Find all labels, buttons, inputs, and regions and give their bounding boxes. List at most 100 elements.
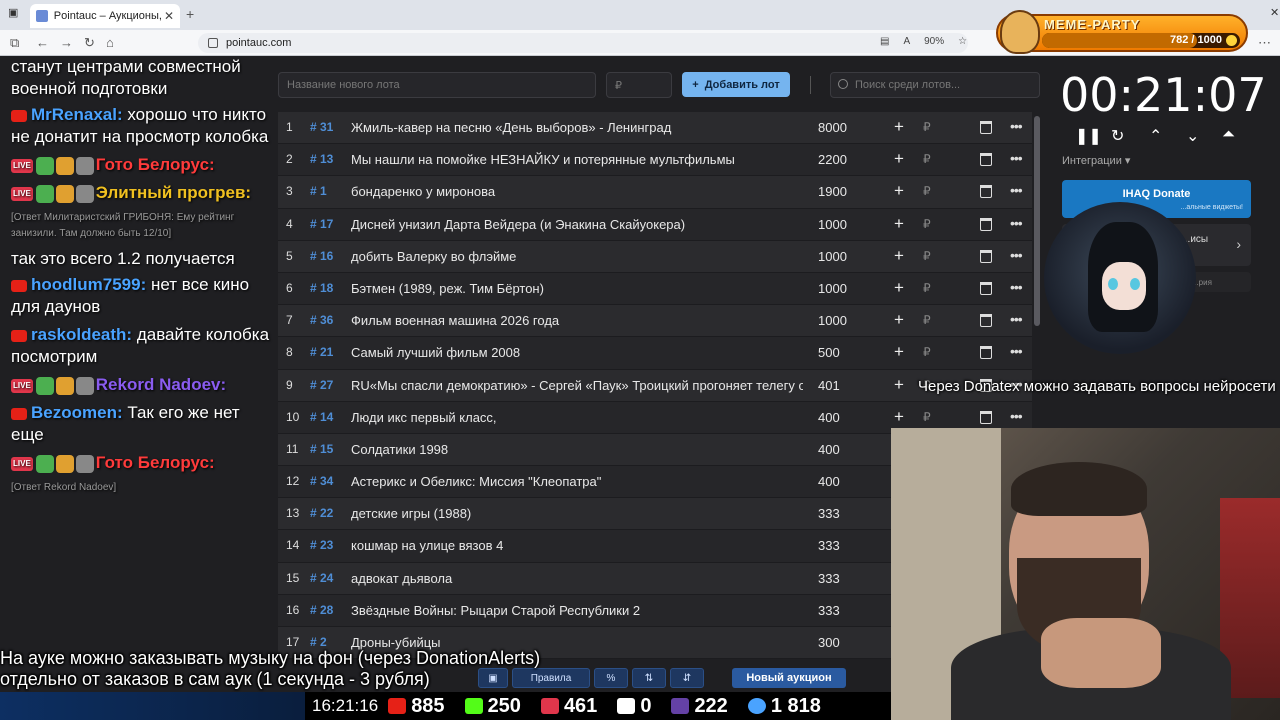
add-lot-button[interactable]: + Добавить лот — [682, 72, 790, 97]
pause-icon[interactable]: ❚❚ — [1075, 126, 1102, 146]
ruble-icon[interactable]: ₽ — [923, 120, 931, 134]
lot-id[interactable]: # 17 — [310, 217, 333, 231]
chevron-down-icon[interactable]: ⌄ — [1186, 126, 1199, 146]
lot-row[interactable]: 6 # 18 Бэтмен (1989, реж. Тим Бёртон) 1000 +… — [278, 272, 1032, 306]
lot-name[interactable]: добить Валерку во флэйме — [351, 249, 803, 264]
more-options-icon[interactable]: ••• — [1010, 279, 1023, 295]
lot-row[interactable]: 4 # 17 Дисней унизил Дарта Вейдера (и Энак… — [278, 208, 1032, 241]
chevron-up-icon[interactable]: ⌃ — [1149, 126, 1162, 146]
lot-name[interactable]: бондаренко у миронова — [351, 184, 803, 199]
percent-button[interactable]: % — [594, 668, 628, 688]
trash-icon[interactable] — [980, 185, 992, 199]
lot-row[interactable]: 7 # 36 Фильм военная машина 2026 года 1000 +… — [278, 305, 1032, 338]
add-amount-icon[interactable]: + — [894, 181, 904, 201]
tab-actions-icon[interactable]: ▣ — [8, 6, 18, 19]
chat-nick[interactable]: Гото Белорус: — [96, 155, 215, 174]
home-icon[interactable]: ⌂ — [106, 35, 114, 50]
chat-nick[interactable]: Элитный прогрев: — [96, 183, 251, 202]
lot-id[interactable]: # 18 — [310, 281, 333, 295]
lot-row[interactable]: 2 # 13 Мы нашли на помойке НЕЗНАЙКУ и поте… — [278, 144, 1032, 177]
more-options-icon[interactable]: ••• — [1010, 311, 1023, 327]
chat-nick[interactable]: Гото Белорус: — [96, 453, 215, 472]
lot-name[interactable]: Дисней унизил Дарта Вейдера (и Энакина С… — [351, 217, 803, 232]
chevron-top-icon[interactable]: ⏶ — [1222, 126, 1235, 144]
chat-nick[interactable]: hoodlum7599: — [31, 275, 146, 294]
lot-name[interactable]: Бэтмен (1989, реж. Тим Бёртон) — [351, 281, 803, 296]
close-window-icon[interactable]: ✕ — [1270, 6, 1279, 19]
new-tab-icon[interactable]: + — [186, 6, 194, 22]
lot-name[interactable]: Мы нашли на помойке НЕЗНАЙКУ и потерянны… — [351, 152, 803, 167]
add-amount-icon[interactable]: + — [894, 310, 904, 330]
trash-icon[interactable] — [980, 346, 992, 360]
forward-icon[interactable]: → — [60, 35, 73, 50]
chat-nick[interactable]: Rekord Nadoev: — [96, 375, 226, 394]
lot-id[interactable]: # 28 — [310, 603, 333, 617]
zoom-level[interactable]: 90% — [924, 36, 944, 47]
more-options-icon[interactable]: ••• — [1010, 215, 1023, 231]
chat-nick[interactable]: MrRenaxal: — [31, 105, 123, 124]
chat-nick[interactable]: Bezoomen: — [31, 403, 123, 422]
add-amount-icon[interactable]: + — [894, 375, 904, 395]
trash-icon[interactable] — [980, 153, 992, 167]
add-amount-icon[interactable]: + — [894, 407, 904, 427]
lot-id[interactable]: # 15 — [310, 442, 333, 456]
reset-icon[interactable]: ↻ — [1111, 126, 1124, 146]
new-auction-button[interactable]: Новый аукцион — [732, 668, 846, 688]
browser-tab[interactable]: Pointauc – Аукционы, лотерея ✕ — [30, 4, 180, 28]
lot-name[interactable]: детские игры (1988) — [351, 506, 803, 521]
trash-icon[interactable] — [980, 314, 992, 328]
ruble-icon[interactable]: ₽ — [923, 217, 931, 231]
trash-icon[interactable] — [980, 217, 992, 231]
search-input[interactable]: Поиск среди лотов... — [830, 72, 1040, 98]
ruble-icon[interactable]: ₽ — [923, 184, 931, 198]
integrations-dropdown[interactable]: Интеграции ▾ — [1062, 154, 1130, 167]
split-icon[interactable]: ⇅ — [632, 668, 666, 688]
trash-icon[interactable] — [980, 281, 992, 295]
ruble-icon[interactable]: ₽ — [923, 345, 931, 359]
lot-name[interactable]: Астерикс и Обеликс: Миссия "Клеопатра" — [351, 474, 803, 489]
add-amount-icon[interactable]: + — [894, 246, 904, 266]
lot-id[interactable]: # 22 — [310, 506, 333, 520]
more-options-icon[interactable]: ••• — [1010, 118, 1023, 134]
tabs-icon[interactable]: ⧉ — [10, 35, 19, 51]
reader-icon[interactable]: ▤ — [880, 36, 889, 47]
lot-name[interactable]: Жмиль-кавер на песню «День выборов» - Ле… — [351, 120, 803, 135]
trash-icon[interactable] — [980, 121, 992, 134]
site-info-icon[interactable] — [208, 38, 218, 48]
lot-row[interactable]: 1 # 31 Жмиль-кавер на песню «День выборов»… — [278, 112, 1032, 145]
trash-icon[interactable] — [980, 249, 992, 263]
ruble-icon[interactable]: ₽ — [923, 410, 931, 424]
add-amount-icon[interactable]: + — [894, 342, 904, 362]
lot-name[interactable]: адвокат дьявола — [351, 571, 803, 586]
url-field[interactable]: pointauc.com — [198, 33, 968, 53]
lot-name[interactable]: Звёздные Войны: Рыцари Старой Республики… — [351, 603, 803, 618]
trash-icon[interactable] — [980, 410, 992, 424]
lot-id[interactable]: # 21 — [310, 345, 333, 359]
ruble-icon[interactable]: ₽ — [923, 281, 931, 295]
lot-id[interactable]: # 13 — [310, 152, 333, 166]
sort-icon[interactable]: ⇵ — [670, 668, 704, 688]
lot-name[interactable]: кошмар на улице вязов 4 — [351, 538, 803, 553]
lot-id[interactable]: # 2 — [310, 635, 327, 649]
new-lot-input[interactable]: Название нового лота — [278, 72, 596, 98]
ruble-icon[interactable]: ₽ — [923, 152, 931, 166]
add-amount-icon[interactable]: + — [894, 214, 904, 234]
lot-id[interactable]: # 34 — [310, 474, 333, 488]
lot-name[interactable]: Люди икс первый класс, — [351, 410, 803, 425]
lot-row[interactable]: 8 # 21 Самый лучший фильм 2008 500 + ₽ ••• — [278, 337, 1032, 370]
lot-id[interactable]: # 24 — [310, 571, 333, 585]
translate-icon[interactable]: A — [903, 36, 910, 47]
lot-id[interactable]: # 23 — [310, 538, 333, 552]
reload-icon[interactable]: ↻ — [84, 35, 95, 51]
lot-name[interactable]: Солдатики 1998 — [351, 442, 803, 457]
favorite-star-icon[interactable]: ☆ — [958, 36, 967, 47]
more-options-icon[interactable]: ••• — [1010, 150, 1023, 166]
add-amount-icon[interactable]: + — [894, 117, 904, 137]
close-tab-icon[interactable]: ✕ — [164, 9, 174, 23]
lot-id[interactable]: # 36 — [310, 313, 333, 327]
ruble-icon[interactable]: ₽ — [923, 249, 931, 263]
lot-name[interactable]: Фильм военная машина 2026 года — [351, 313, 803, 328]
add-amount-icon[interactable]: + — [894, 278, 904, 298]
lot-name[interactable]: Самый лучший фильм 2008 — [351, 345, 803, 360]
menu-icon[interactable]: ⋯ — [1258, 35, 1271, 51]
